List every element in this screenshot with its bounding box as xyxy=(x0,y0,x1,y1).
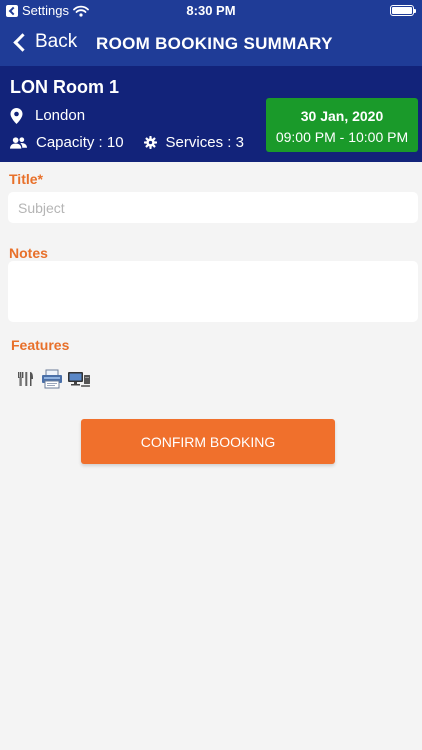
notes-textarea[interactable] xyxy=(8,261,418,322)
printer-icon xyxy=(41,368,63,390)
title-input[interactable] xyxy=(8,192,418,223)
booking-time-range: 09:00 PM - 10:00 PM xyxy=(275,129,409,145)
back-button[interactable]: Back xyxy=(12,31,77,53)
navigation-bar: Back ROOM BOOKING SUMMARY xyxy=(0,22,422,66)
capacity-services-row: Capacity : 10 Services : 3 xyxy=(10,134,244,151)
chevron-left-icon xyxy=(13,32,32,52)
room-location: London xyxy=(35,107,86,124)
features-label: Features xyxy=(11,337,70,353)
room-services: Services : 3 xyxy=(165,134,244,151)
gear-icon xyxy=(143,136,157,149)
room-name: LON Room 1 xyxy=(10,77,120,97)
location-row: London xyxy=(10,107,85,124)
title-label: Title* xyxy=(9,171,43,187)
booking-datetime-badge: 30 Jan, 2020 09:00 PM - 10:00 PM xyxy=(266,98,418,152)
status-bar: Settings 8:30 PM xyxy=(0,0,422,22)
battery-icon xyxy=(390,5,416,16)
confirm-booking-button[interactable]: CONFIRM BOOKING xyxy=(81,419,335,464)
page-title: ROOM BOOKING SUMMARY xyxy=(96,34,333,53)
booking-date: 30 Jan, 2020 xyxy=(300,108,384,124)
status-time: 8:30 PM xyxy=(186,3,236,18)
location-pin-icon xyxy=(10,107,23,124)
people-icon xyxy=(10,136,27,149)
room-capacity: Capacity : 10 xyxy=(36,134,124,151)
room-header: LON Room 1 London Capacity : 10 Services… xyxy=(0,66,422,162)
features-list xyxy=(15,368,91,390)
computer-icon xyxy=(67,368,91,390)
notes-label: Notes xyxy=(9,245,48,261)
cutlery-icon xyxy=(15,368,37,390)
back-button-label: Back xyxy=(35,31,78,52)
